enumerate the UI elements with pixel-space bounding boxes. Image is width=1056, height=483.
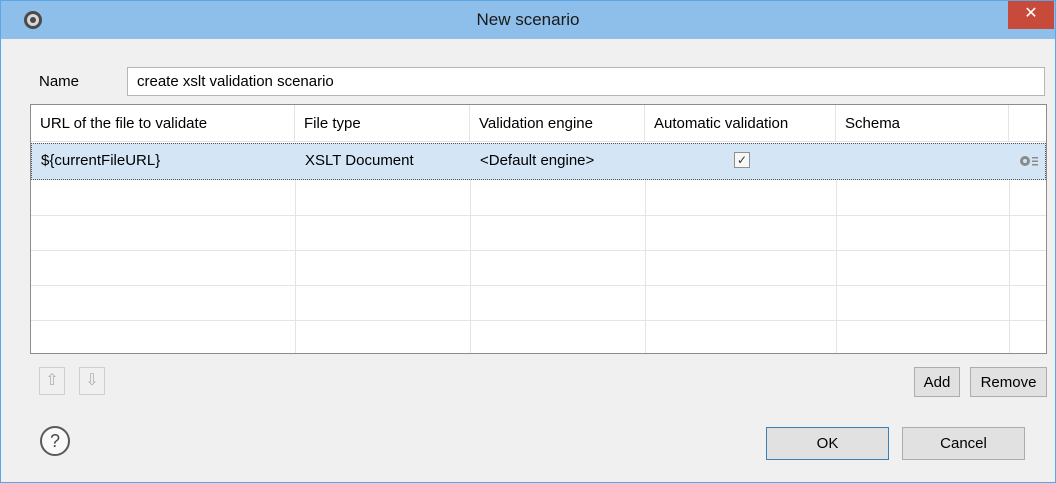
column-divider [836, 180, 837, 353]
column-header-actions [1009, 105, 1046, 142]
validation-units-table: URL of the file to validate File type Va… [30, 104, 1047, 354]
row-divider [31, 215, 1046, 216]
column-header-file-type[interactable]: File type [295, 105, 470, 142]
column-header-validation-engine[interactable]: Validation engine [470, 105, 645, 142]
arrow-down-icon: ⇩ [85, 372, 99, 389]
help-icon[interactable]: ? [39, 425, 71, 457]
title-bar[interactable]: New scenario ✕ [1, 1, 1055, 39]
cell-file-type[interactable]: XSLT Document [296, 144, 471, 179]
column-header-automatic-validation[interactable]: Automatic validation [645, 105, 836, 142]
new-scenario-dialog: New scenario ✕ Name URL of the file to v… [0, 0, 1056, 483]
cell-validation-engine[interactable]: <Default engine> [471, 144, 646, 179]
move-down-button[interactable]: ⇩ [79, 367, 105, 395]
arrow-up-icon: ⇧ [45, 372, 59, 389]
ok-button[interactable]: OK [766, 427, 889, 460]
name-label: Name [39, 73, 80, 90]
name-input[interactable] [127, 67, 1045, 96]
column-divider [470, 180, 471, 353]
move-up-button[interactable]: ⇧ [39, 367, 65, 395]
row-divider [31, 320, 1046, 321]
table-row[interactable]: ${currentFileURL} XSLT Document <Default… [31, 143, 1046, 180]
row-divider [31, 250, 1046, 251]
dialog-title: New scenario [476, 10, 580, 29]
row-divider [31, 285, 1046, 286]
cancel-button[interactable]: Cancel [902, 427, 1025, 460]
automatic-validation-checkbox[interactable]: ✓ [734, 152, 750, 168]
column-header-url[interactable]: URL of the file to validate [31, 105, 295, 142]
column-divider [645, 180, 646, 353]
table-header: URL of the file to validate File type Va… [31, 105, 1046, 142]
column-header-schema[interactable]: Schema [836, 105, 1009, 142]
gear-icon[interactable] [1018, 153, 1040, 169]
add-button[interactable]: Add [914, 367, 960, 397]
cell-schema[interactable] [837, 144, 1010, 179]
column-divider [295, 180, 296, 353]
help-glyph: ? [50, 431, 60, 451]
cell-url[interactable]: ${currentFileURL} [32, 144, 296, 179]
column-divider [1009, 180, 1010, 353]
remove-button[interactable]: Remove [970, 367, 1047, 397]
close-button[interactable]: ✕ [1008, 1, 1054, 29]
